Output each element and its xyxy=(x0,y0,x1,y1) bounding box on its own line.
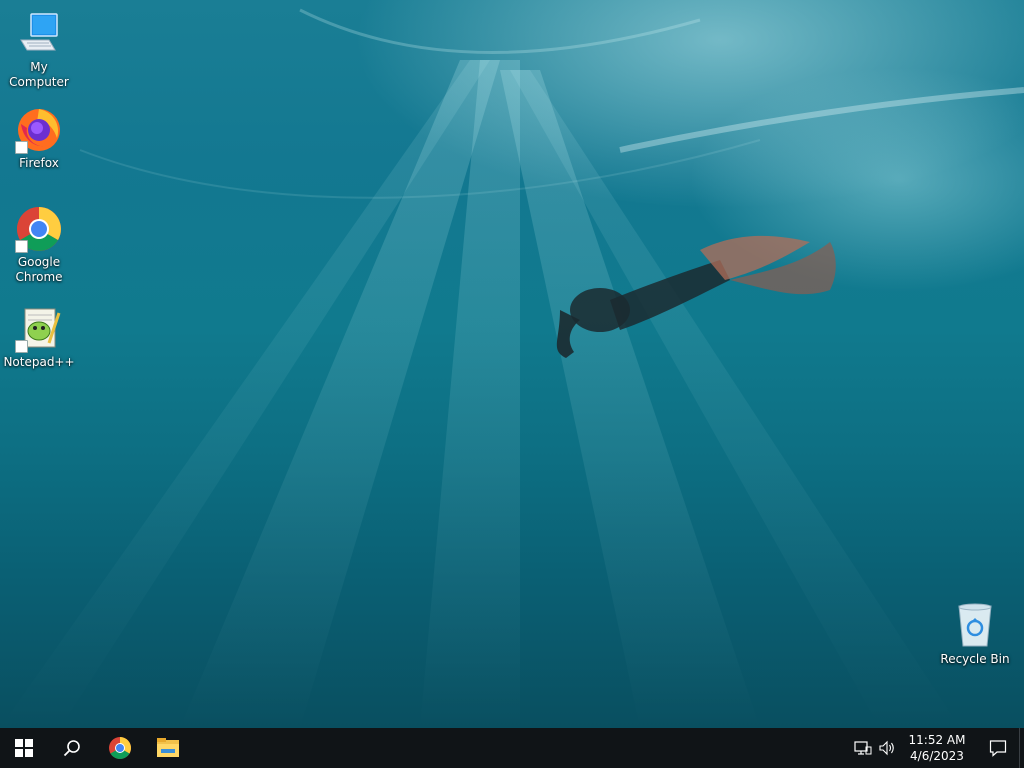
network-icon xyxy=(854,741,872,755)
clock-date: 4/6/2023 xyxy=(910,749,964,763)
start-button[interactable] xyxy=(0,728,48,768)
shortcut-arrow-icon xyxy=(15,240,28,253)
volume-button[interactable] xyxy=(875,728,899,768)
shortcut-arrow-icon xyxy=(15,141,28,154)
desktop-icon-notepad-plus-plus[interactable]: Notepad++ xyxy=(1,305,77,370)
desktop[interactable]: My Computer Firefox Google Chrome Notepa… xyxy=(0,0,1024,728)
shortcut-arrow-icon xyxy=(15,340,28,353)
desktop-icon-label: My Computer xyxy=(9,60,69,89)
monitor-icon xyxy=(15,10,63,58)
clock-time: 11:52 AM xyxy=(908,733,966,747)
clock[interactable]: 11:52 AM 4/6/2023 xyxy=(905,732,969,764)
chrome-icon xyxy=(109,737,131,759)
desktop-icon-my-computer[interactable]: My Computer xyxy=(1,10,77,90)
firefox-icon xyxy=(15,106,63,154)
start-windows-icon xyxy=(15,739,33,757)
taskbar: 11:52 AM 4/6/2023 xyxy=(0,728,1024,768)
show-desktop-button[interactable] xyxy=(1019,728,1024,768)
diver-silhouette xyxy=(556,235,836,358)
notepad-plus-plus-icon xyxy=(15,305,63,353)
chrome-icon xyxy=(15,205,63,253)
desktop-icon-recycle-bin[interactable]: Recycle Bin xyxy=(937,602,1013,667)
search-icon xyxy=(63,740,80,757)
desktop-icon-google-chrome[interactable]: Google Chrome xyxy=(1,205,77,285)
volume-icon xyxy=(879,740,894,756)
desktop-icon-label: Google Chrome xyxy=(15,255,63,284)
desktop-icon-label: Notepad++ xyxy=(3,355,75,369)
action-center-button[interactable] xyxy=(977,728,1019,768)
desktop-icon-label: Firefox xyxy=(19,156,59,170)
desktop-icon-label: Recycle Bin xyxy=(940,652,1010,666)
notification-icon xyxy=(989,740,1007,757)
file-explorer-icon xyxy=(157,738,179,757)
network-button[interactable] xyxy=(851,728,875,768)
wallpaper-light-rays xyxy=(0,8,1024,728)
desktop-icon-firefox[interactable]: Firefox xyxy=(1,106,77,171)
taskbar-chrome-button[interactable] xyxy=(96,728,144,768)
search-button[interactable] xyxy=(48,728,96,768)
system-tray: 11:52 AM 4/6/2023 xyxy=(851,728,1024,768)
recycle-bin-icon xyxy=(951,602,999,650)
taskbar-file-explorer-button[interactable] xyxy=(144,728,192,768)
